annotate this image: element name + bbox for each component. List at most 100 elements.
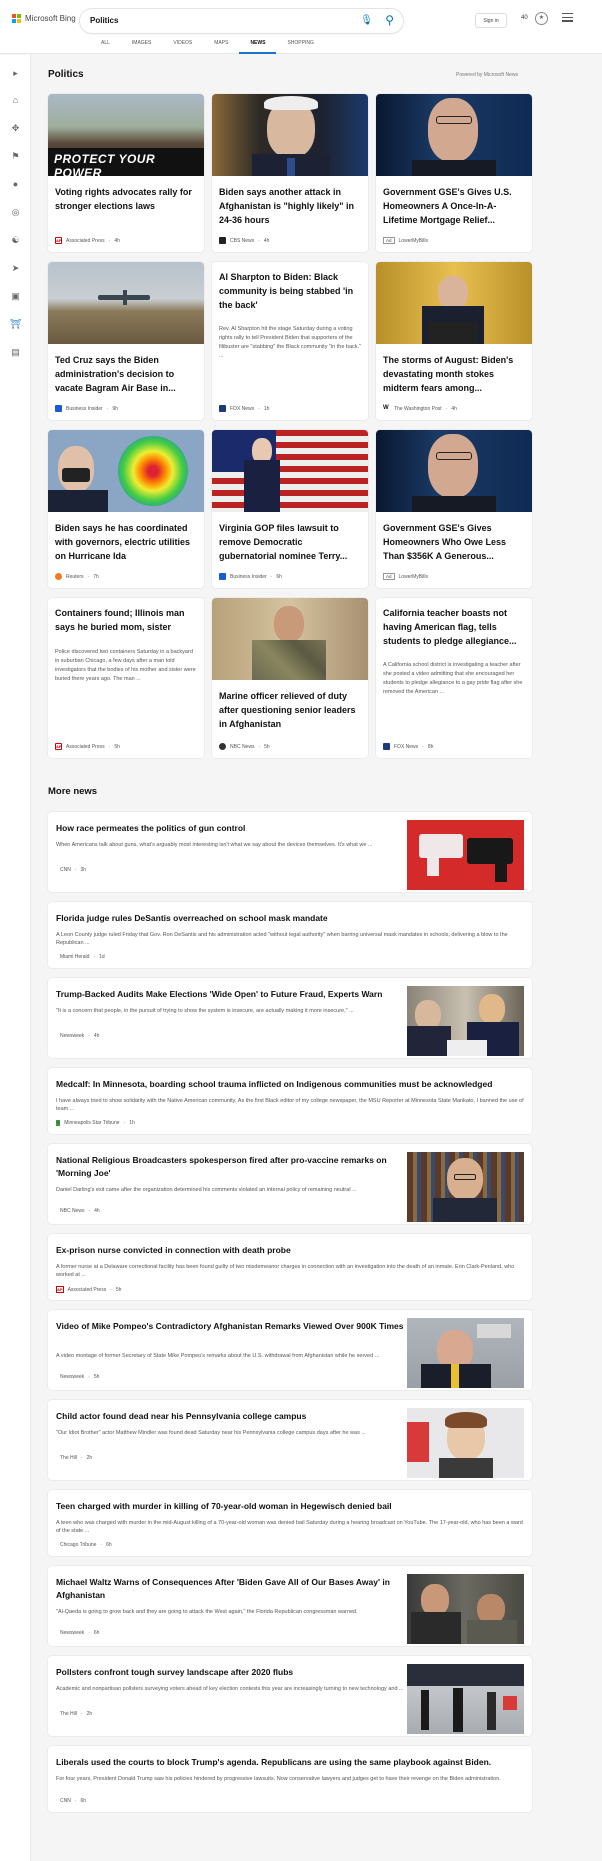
news-card[interactable]: Government GSE's Gives U.S. Homeowners A… xyxy=(376,94,532,252)
rewards-medal-icon[interactable]: ★ xyxy=(535,12,548,25)
item-title[interactable]: Michael Waltz Warns of Consequences Afte… xyxy=(56,1576,406,1602)
news-list-item[interactable]: Video of Mike Pompeo's Contradictory Afg… xyxy=(48,1310,532,1390)
card-title[interactable]: Government GSE's Gives U.S. Homeowners A… xyxy=(383,185,525,227)
item-title[interactable]: National Religious Broadcasters spokespe… xyxy=(56,1154,406,1180)
item-title[interactable]: Florida judge rules DeSantis overreached… xyxy=(56,912,524,925)
news-list-item[interactable]: Teen charged with murder in killing of 7… xyxy=(48,1490,532,1556)
card-title[interactable]: Biden says he has coordinated with gover… xyxy=(55,521,197,563)
card-title[interactable]: Ted Cruz says the Biden administration's… xyxy=(55,353,197,395)
card-title[interactable]: California teacher boasts not having Ame… xyxy=(383,606,525,648)
news-card[interactable]: California teacher boasts not having Ame… xyxy=(376,598,532,758)
age: 3h xyxy=(80,867,87,873)
hamburger-menu-icon[interactable] xyxy=(562,13,573,24)
microphone-icon[interactable]: 🎙 xyxy=(360,15,373,26)
card-title[interactable]: The storms of August: Biden's devastatin… xyxy=(383,353,525,395)
source-name: Newsweek xyxy=(60,1374,85,1380)
card-title[interactable]: Marine officer relieved of duty after qu… xyxy=(219,689,361,731)
item-title[interactable]: Pollsters confront tough survey landscap… xyxy=(56,1666,406,1679)
item-snippet: "Al-Qaeda is going to grow back and they… xyxy=(56,1609,358,1615)
source-name: LowerMyBills xyxy=(398,573,428,580)
source-name: The Hill xyxy=(60,1711,77,1717)
news-list-item[interactable]: Michael Waltz Warns of Consequences Afte… xyxy=(48,1566,532,1646)
news-card[interactable]: PROTECT YOUR POWER Voting rights advocat… xyxy=(48,94,204,252)
news-card[interactable]: Al Sharpton to Biden: Black community is… xyxy=(212,262,368,420)
item-source: Newsweek · 6h xyxy=(60,1630,100,1636)
age: 8h xyxy=(427,743,434,750)
globe-icon[interactable]: ◎ xyxy=(10,207,21,218)
news-card[interactable]: Government GSE's Gives Homeowners Who Ow… xyxy=(376,430,532,588)
entertainment-icon[interactable]: ▣ xyxy=(10,291,21,302)
news-card[interactable]: Biden says he has coordinated with gover… xyxy=(48,430,204,588)
tab-videos[interactable]: VIDEOS xyxy=(162,40,203,54)
item-thumbnail xyxy=(407,1408,524,1478)
news-list-item[interactable]: Liberals used the courts to block Trump'… xyxy=(48,1746,532,1812)
item-thumbnail xyxy=(407,1318,524,1388)
item-snippet: When Americans talk about guns, what's a… xyxy=(56,842,373,848)
news-list-item[interactable]: Ex-prison nurse convicted in connection … xyxy=(48,1234,532,1300)
news-list-item[interactable]: Child actor found dead near his Pennsylv… xyxy=(48,1400,532,1480)
search-icon[interactable]: ⚲ xyxy=(385,13,394,27)
item-title[interactable]: Teen charged with murder in killing of 7… xyxy=(56,1500,524,1513)
card-title[interactable]: Biden says another attack in Afghanistan… xyxy=(219,185,361,227)
source-name: Associated Press xyxy=(66,743,105,750)
news-card[interactable]: Containers found; Illinois man says he b… xyxy=(48,598,204,758)
age: 5h xyxy=(115,1286,122,1293)
news-list-item[interactable]: Pollsters confront tough survey landscap… xyxy=(48,1656,532,1736)
news-list-item[interactable]: National Religious Broadcasters spokespe… xyxy=(48,1144,532,1224)
tab-news[interactable]: NEWS xyxy=(239,40,277,54)
rewards-count[interactable]: 40 xyxy=(521,15,528,21)
sign-in-button[interactable]: Sign in xyxy=(475,13,507,28)
card-source: Business Insider · 6h xyxy=(219,573,282,580)
search-input[interactable]: Politics xyxy=(90,16,118,25)
item-title[interactable]: Ex-prison nurse convicted in connection … xyxy=(56,1244,524,1257)
item-snippet: Daniel Darling's exit came after the org… xyxy=(56,1187,357,1193)
card-source: FOX News · 1h xyxy=(219,405,269,412)
item-title[interactable]: Child actor found dead near his Pennsylv… xyxy=(56,1410,406,1423)
tab-all[interactable]: ALL xyxy=(90,40,121,54)
news-card[interactable]: The storms of August: Biden's devastatin… xyxy=(376,262,532,420)
home-icon[interactable]: ⌂ xyxy=(10,95,21,106)
tab-images[interactable]: IMAGES xyxy=(121,40,162,54)
age: 4h xyxy=(93,1033,100,1039)
item-thumbnail xyxy=(407,986,524,1056)
age: 4h xyxy=(263,237,270,244)
card-title[interactable]: Government GSE's Gives Homeowners Who Ow… xyxy=(383,521,525,563)
age: 5h xyxy=(93,1374,100,1380)
news-list-item[interactable]: Medcalf: In Minnesota, boarding school t… xyxy=(48,1068,532,1134)
powered-by[interactable]: Powered by Microsoft News xyxy=(456,72,518,78)
item-title[interactable]: Trump-Backed Audits Make Elections 'Wide… xyxy=(56,988,406,1001)
item-title[interactable]: Medcalf: In Minnesota, boarding school t… xyxy=(56,1078,524,1091)
section-title: Politics xyxy=(48,69,84,80)
tab-maps[interactable]: MAPS xyxy=(203,40,239,54)
expand-icon[interactable]: ▸ xyxy=(10,68,21,79)
item-title[interactable]: How race permeates the politics of gun c… xyxy=(56,822,406,835)
bing-logo[interactable]: Microsoft Bing xyxy=(12,14,76,23)
card-snippet: A California school district is investig… xyxy=(383,662,523,695)
source-name: The Hill xyxy=(60,1455,77,1461)
search-box[interactable]: Politics 🎙 ⚲ xyxy=(80,9,403,33)
news-list-item[interactable]: How race permeates the politics of gun c… xyxy=(48,812,532,892)
news-card[interactable]: Ted Cruz says the Biden administration's… xyxy=(48,262,204,420)
news-list-item[interactable]: Trump-Backed Audits Make Elections 'Wide… xyxy=(48,978,532,1058)
item-title[interactable]: Liberals used the courts to block Trump'… xyxy=(56,1756,524,1769)
age: 5h xyxy=(264,743,270,750)
age: 6h xyxy=(276,573,282,580)
location-pin-icon[interactable]: ● xyxy=(10,179,21,190)
newspaper-icon[interactable]: ▤ xyxy=(10,347,21,358)
item-title[interactable]: Video of Mike Pompeo's Contradictory Afg… xyxy=(56,1320,406,1333)
brand-name: Microsoft Bing xyxy=(25,14,76,23)
card-title[interactable]: Al Sharpton to Biden: Black community is… xyxy=(219,270,361,312)
business-icon[interactable]: ☯ xyxy=(10,235,21,246)
news-list-item[interactable]: Florida judge rules DeSantis overreached… xyxy=(48,902,532,968)
tools-icon[interactable]: ✥ xyxy=(10,123,21,134)
tab-shopping[interactable]: SHOPPING xyxy=(276,40,324,54)
card-title[interactable]: Containers found; Illinois man says he b… xyxy=(55,606,197,634)
news-card[interactable]: Biden says another attack in Afghanistan… xyxy=(212,94,368,252)
flag-icon[interactable]: ⚑ xyxy=(10,151,21,162)
rocket-icon[interactable]: ➤ xyxy=(10,263,21,274)
card-title[interactable]: Virginia GOP files lawsuit to remove Dem… xyxy=(219,521,361,563)
card-title[interactable]: Voting rights advocates rally for strong… xyxy=(55,185,197,213)
politics-icon[interactable]: ⛩ xyxy=(10,319,21,330)
news-card[interactable]: Marine officer relieved of duty after qu… xyxy=(212,598,368,758)
news-card[interactable]: Virginia GOP files lawsuit to remove Dem… xyxy=(212,430,368,588)
